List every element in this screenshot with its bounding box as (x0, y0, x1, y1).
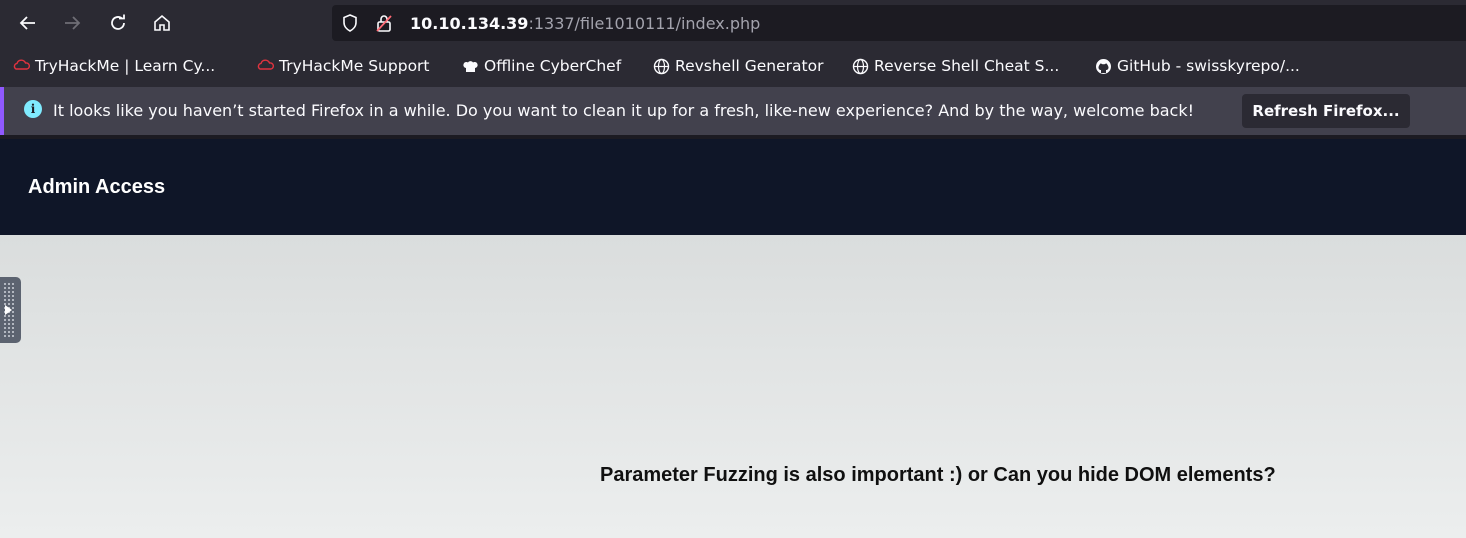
url-host: 10.10.134.39 (410, 14, 529, 33)
page-title: Admin Access (28, 176, 166, 198)
url-path: :1337/file1010111/index.php (528, 14, 761, 33)
bookmark-revshell-generator[interactable]: Revshell Generator (653, 54, 823, 78)
forward-arrow-icon (65, 16, 81, 30)
tryhackme-icon (257, 58, 275, 75)
info-icon: i (24, 100, 42, 118)
shield-icon[interactable] (340, 13, 360, 33)
page-message: Parameter Fuzzing is also important :) o… (600, 464, 1276, 486)
refresh-notification-bar: i It looks like you haven’t started Fire… (0, 87, 1466, 135)
globe-icon (852, 58, 869, 75)
back-button[interactable] (13, 8, 43, 38)
page-header: Admin Access (0, 139, 1466, 235)
bookmark-label: Revshell Generator (675, 57, 824, 75)
chef-hat-icon (462, 58, 479, 75)
bookmark-label: Reverse Shell Cheat S... (874, 57, 1060, 75)
globe-icon (653, 58, 670, 75)
bookmark-tryhackme-support[interactable]: TryHackMe Support (257, 54, 430, 78)
github-icon (1095, 58, 1112, 75)
reload-button[interactable] (103, 8, 133, 38)
url-bar[interactable]: 10.10.134.39:1337/file1010111/index.php (332, 5, 1466, 41)
home-button[interactable] (147, 8, 177, 38)
forward-button[interactable] (57, 8, 87, 38)
bookmark-reverse-shell-cheat[interactable]: Reverse Shell Cheat S... (852, 54, 1059, 78)
browser-toolbar: 10.10.134.39:1337/file1010111/index.php (0, 0, 1466, 45)
bookmarks-bar: TryHackMe | Learn Cy... TryHackMe Suppor… (0, 45, 1466, 87)
tryhackme-icon (13, 58, 31, 75)
bookmark-label: GitHub - swisskyrepo/... (1117, 57, 1300, 75)
bookmark-label: TryHackMe Support (279, 57, 430, 75)
bookmark-label: TryHackMe | Learn Cy... (35, 57, 216, 75)
page-body: Parameter Fuzzing is also important :) o… (0, 235, 1466, 538)
reload-icon (111, 14, 125, 30)
bookmark-cyberchef[interactable]: Offline CyberChef (462, 54, 621, 78)
back-arrow-icon (19, 16, 35, 30)
bookmark-label: Offline CyberChef (484, 57, 622, 75)
bookmark-github[interactable]: GitHub - swisskyrepo/... (1095, 54, 1300, 78)
insecure-lock-icon[interactable] (374, 13, 394, 33)
bookmark-tryhackme[interactable]: TryHackMe | Learn Cy... (13, 54, 215, 78)
refresh-firefox-button[interactable]: Refresh Firefox... (1242, 94, 1410, 128)
expand-arrow-icon (5, 305, 12, 315)
notification-text: It looks like you haven’t started Firefo… (53, 101, 1195, 120)
home-icon (154, 14, 170, 31)
url-text[interactable]: 10.10.134.39:1337/file1010111/index.php (410, 14, 760, 33)
side-panel-toggle[interactable] (0, 277, 21, 343)
